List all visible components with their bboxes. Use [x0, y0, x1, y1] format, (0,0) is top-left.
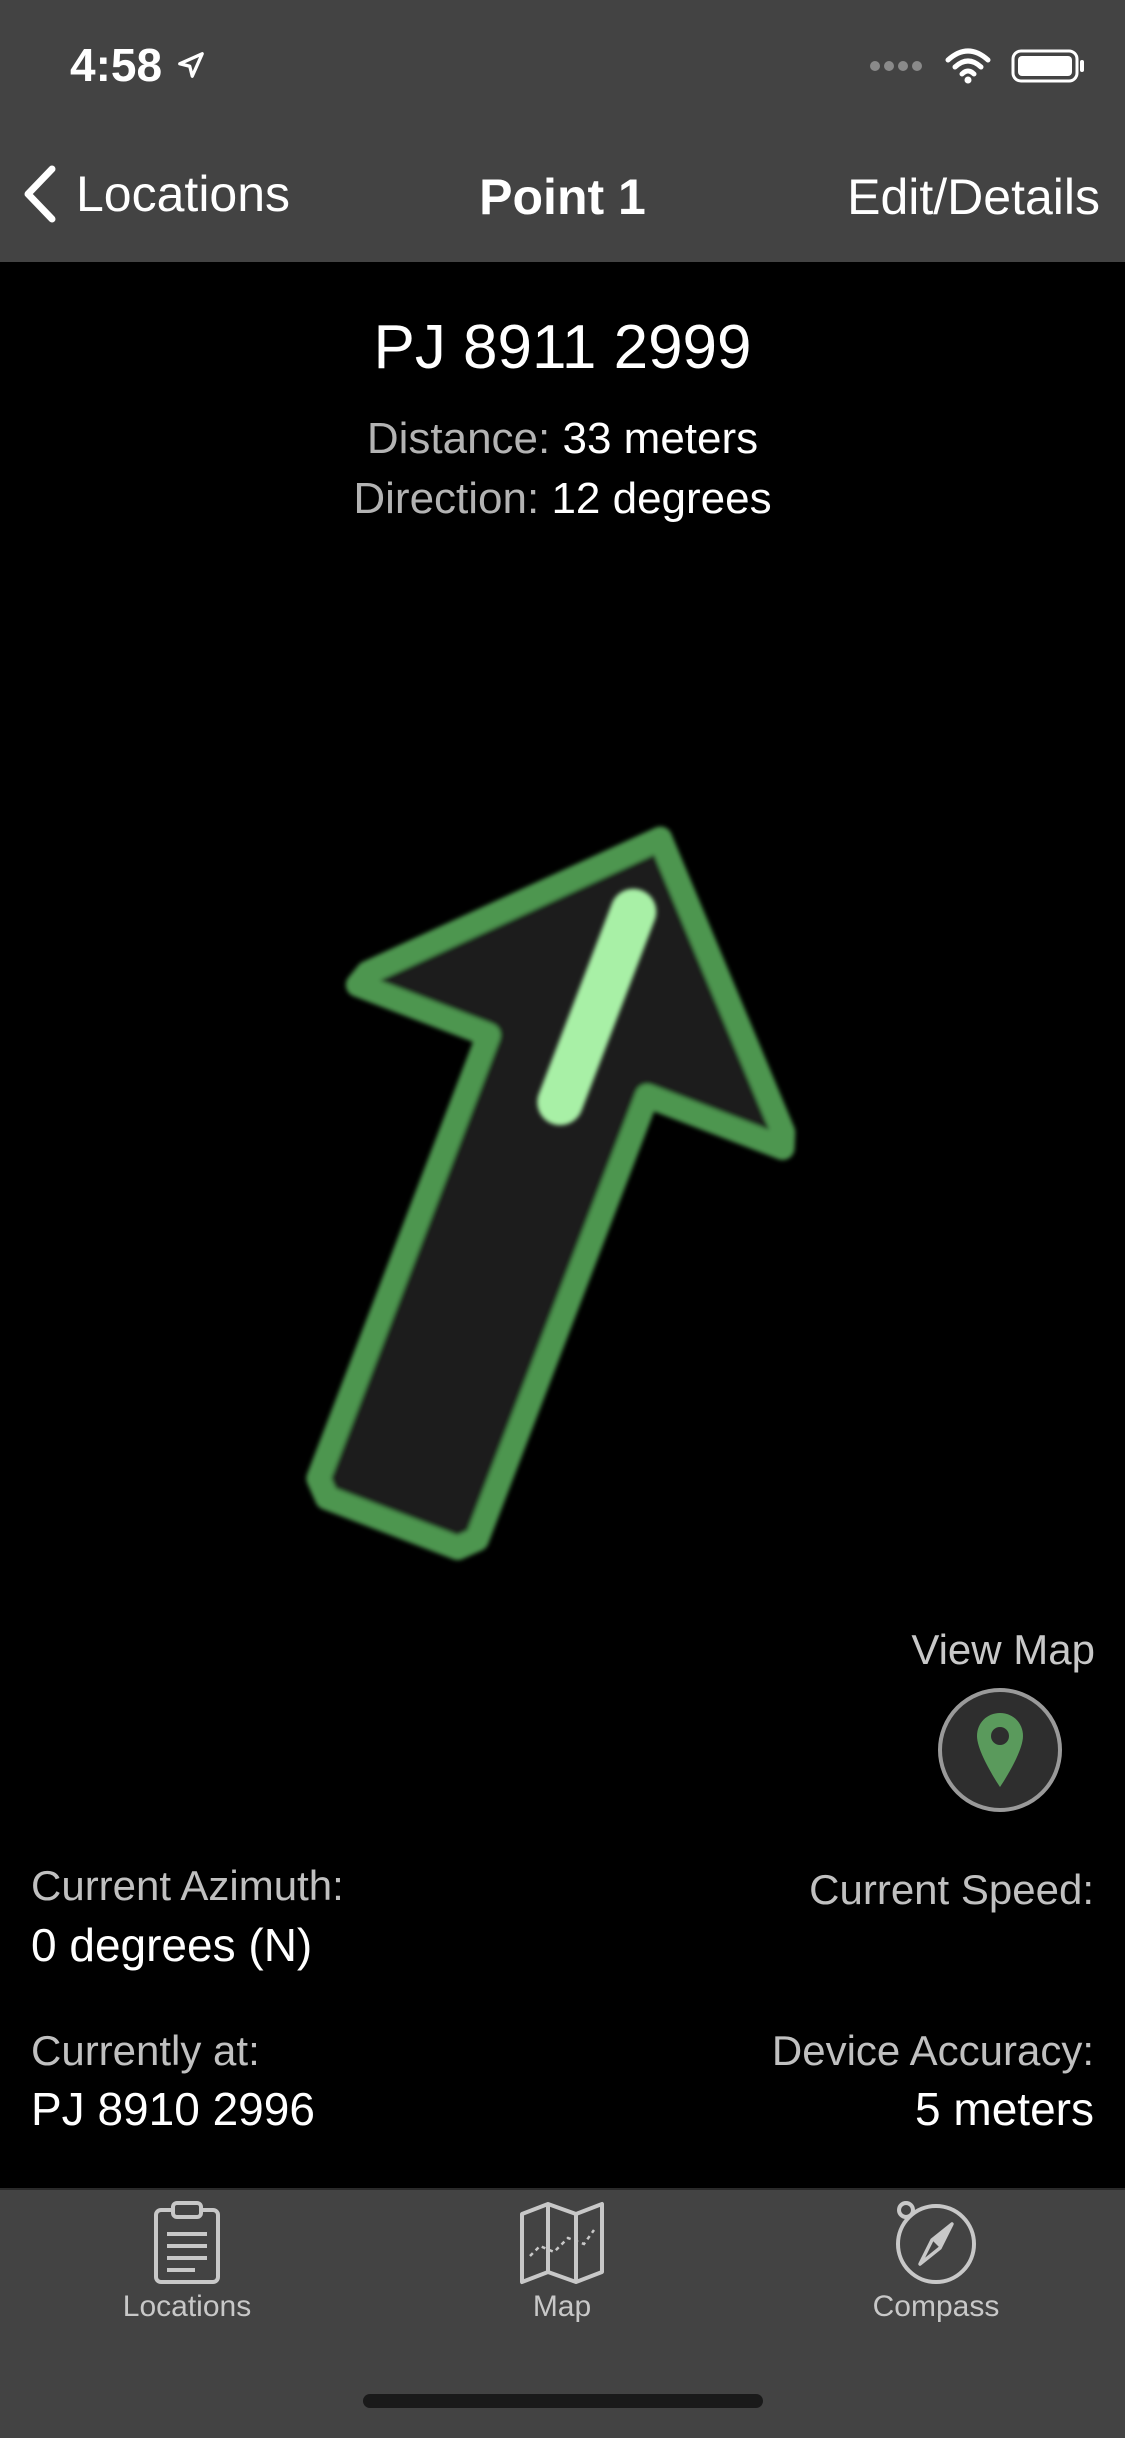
azimuth-value: 0 degrees (N) — [31, 1919, 313, 1971]
tab-bar: Locations Map Compass — [0, 2188, 1125, 2438]
distance-label: Distance: — [366, 414, 551, 463]
distance-line: Distance: 33 meters — [0, 414, 1125, 464]
back-button-label: Locations — [76, 166, 291, 222]
direction-line: Direction: 12 degrees — [0, 474, 1125, 524]
direction-arrow — [0, 560, 1125, 1640]
tab-map-label: Map — [532, 2290, 592, 2323]
home-indicator[interactable] — [363, 2394, 763, 2408]
speed-label: Current Speed: — [809, 1866, 1094, 1913]
compass-icon — [896, 2201, 976, 2284]
back-button[interactable]: Locations — [22, 165, 290, 223]
tab-locations-label: Locations — [122, 2290, 252, 2323]
wifi-icon — [945, 48, 991, 84]
page-title-text: Point 1 — [479, 169, 646, 225]
battery-icon — [1011, 49, 1084, 83]
tab-compass[interactable]: Compass — [806, 2200, 1066, 2324]
distance-value: 33 meters — [562, 414, 759, 463]
azimuth-label: Current Azimuth: — [31, 1862, 344, 1909]
direction-label: Direction: — [353, 474, 540, 523]
status-time: 4:58 — [70, 38, 206, 92]
view-map-button[interactable] — [938, 1688, 1062, 1812]
tab-map[interactable]: Map — [432, 2200, 692, 2324]
edit-details-button[interactable]: Edit/Details — [847, 168, 1100, 226]
accuracy-label: Device Accuracy: — [771, 2027, 1094, 2074]
clipboard-icon — [154, 2201, 220, 2284]
currently-at-label: Currently at: — [31, 2027, 260, 2074]
accuracy-value: 5 meters — [915, 2083, 1094, 2135]
map-pin-icon — [977, 1713, 1023, 1787]
location-arrow-icon — [178, 52, 204, 78]
direction-value: 12 degrees — [551, 474, 772, 523]
tab-compass-label: Compass — [872, 2290, 1000, 2323]
tab-locations[interactable]: Locations — [57, 2200, 317, 2324]
view-map-label: View Map — [911, 1626, 1095, 1673]
currently-at-value: PJ 8910 2996 — [31, 2083, 315, 2135]
status-indicators — [869, 48, 1087, 84]
chevron-left-icon — [24, 165, 56, 223]
target-grid-reference: PJ 8911 2999 — [373, 313, 752, 382]
map-icon — [520, 2202, 604, 2284]
top-bar: 4:58 Locations Point 1 Edit/Details — [0, 0, 1125, 262]
signal-dots-icon — [870, 61, 922, 71]
direction-arrow-icon — [306, 826, 796, 1561]
status-time-text: 4:58 — [70, 39, 163, 91]
